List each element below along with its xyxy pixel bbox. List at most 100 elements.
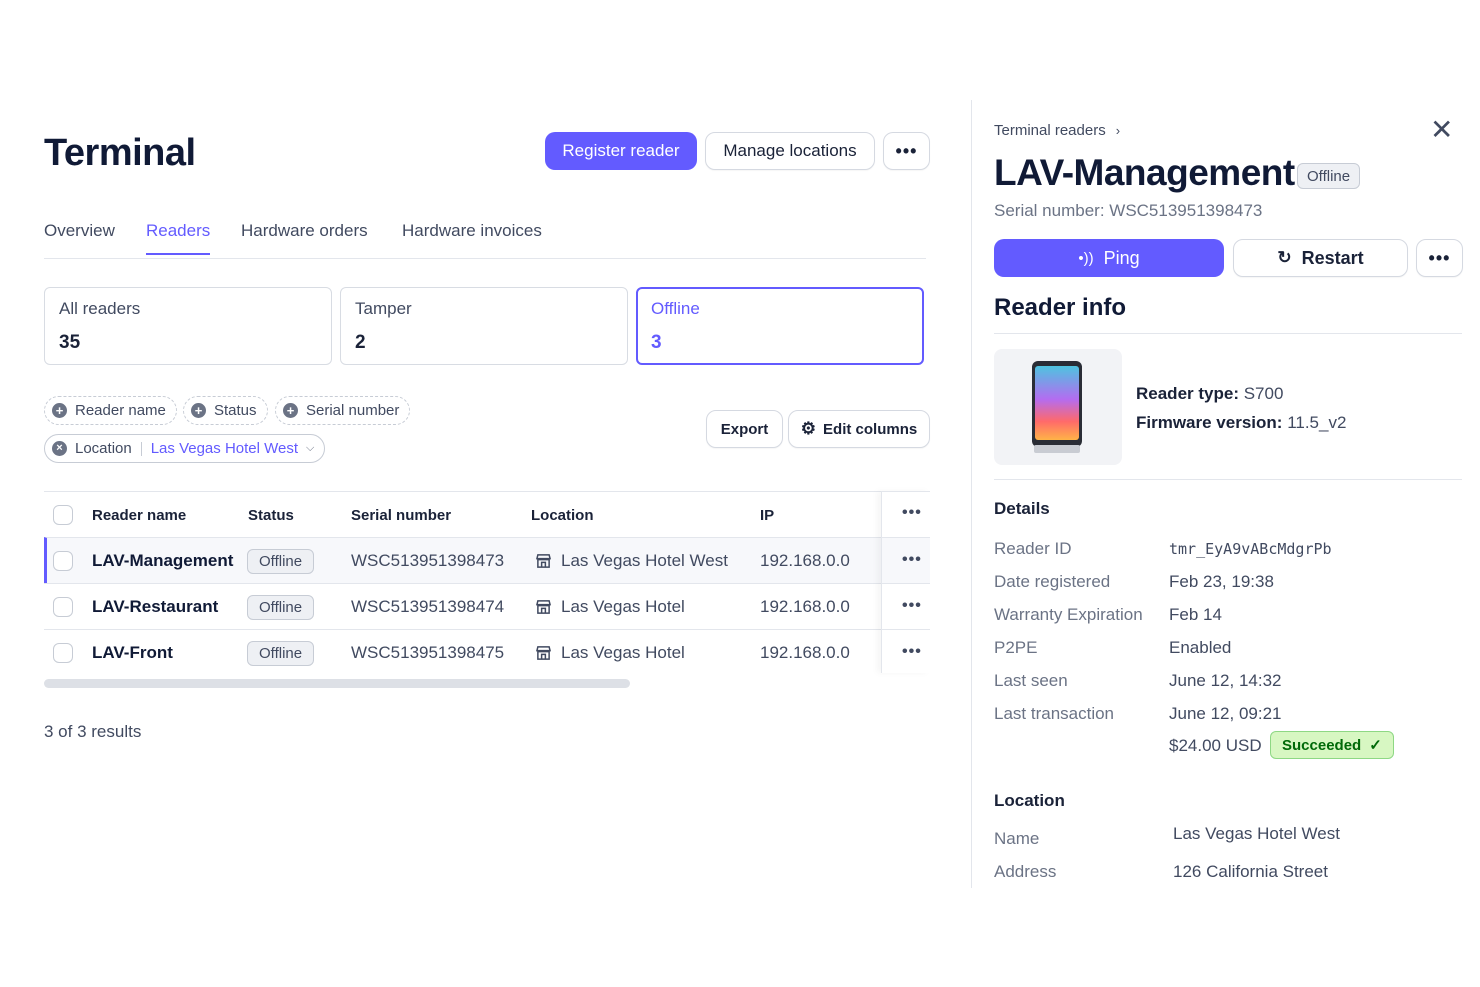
firmware-label: Firmware version: (1136, 413, 1283, 432)
ping-button[interactable]: •)) Ping (994, 239, 1224, 277)
reader-info-heading: Reader info (994, 294, 1127, 321)
stat-offline[interactable]: Offline 3 (636, 287, 924, 365)
close-icon[interactable]: ✕ (1430, 116, 1453, 144)
tab-hardware-orders[interactable]: Hardware orders (241, 221, 368, 253)
reader-device-icon (1032, 361, 1082, 453)
ip-address: 192.168.0.0 (760, 551, 850, 570)
restart-button[interactable]: ↻ Restart (1233, 239, 1408, 277)
column-header[interactable]: Location (531, 507, 594, 524)
location-name: Las Vegas Hotel (561, 597, 685, 616)
restart-icon: ↻ (1277, 248, 1292, 267)
firmware-value: 11.5_v2 (1287, 413, 1347, 432)
store-icon (536, 600, 551, 614)
plus-circle-icon: + (52, 403, 67, 418)
ping-icon: •)) (1078, 249, 1094, 267)
location-cell: Las Vegas Hotel (536, 597, 685, 617)
tab-hardware-invoices[interactable]: Hardware invoices (402, 221, 542, 253)
transaction-amount: $24.00 USD (1169, 736, 1262, 755)
stat-label: Offline (651, 299, 700, 318)
reader-type: Reader type: S700 (1136, 384, 1283, 404)
ip-address: 192.168.0.0 (760, 643, 850, 662)
sticky-actions-column (881, 491, 930, 673)
plus-circle-icon: + (283, 403, 298, 418)
table-row[interactable]: LAV-Restaurant Offline WSC513951398474 L… (44, 583, 930, 629)
reader-name: LAV-Front (92, 643, 173, 662)
filter-serial-number[interactable]: + Serial number (275, 396, 411, 425)
filter-separator (140, 441, 142, 456)
location-key: Name (994, 829, 1040, 848)
checkmark-icon: ✓ (1369, 737, 1382, 754)
more-icon: ••• (1428, 248, 1451, 268)
reader-name: LAV-Management (92, 551, 234, 570)
export-button[interactable]: Export (706, 410, 783, 448)
row-checkbox[interactable] (53, 597, 73, 617)
more-actions-button[interactable]: ••• (883, 132, 930, 170)
filter-label: Serial number (306, 402, 400, 419)
status-badge: Offline (247, 641, 315, 666)
select-all-checkbox[interactable] (53, 505, 73, 525)
details-heading: Details (994, 499, 1050, 518)
breadcrumb-label: Terminal readers (994, 122, 1106, 139)
detail-key: Last seen (994, 671, 1068, 690)
column-header[interactable]: Reader name (92, 507, 186, 524)
filter-reader-name[interactable]: + Reader name (44, 396, 177, 425)
row-checkbox[interactable] (53, 551, 73, 571)
tab-readers[interactable]: Readers (146, 221, 211, 255)
breadcrumb[interactable]: Terminal readers › (994, 122, 1120, 139)
filter-label: Status (214, 402, 257, 419)
serial-subtitle: Serial number: WSC513951398473 (994, 201, 1263, 220)
store-icon (536, 646, 551, 660)
location-cell: Las Vegas Hotel (536, 643, 685, 663)
detail-key: P2PE (994, 638, 1038, 657)
tab-overview[interactable]: Overview (44, 221, 115, 253)
location-key: Address (994, 862, 1057, 881)
page-title: Terminal (44, 132, 196, 174)
filter-location[interactable]: × Location Las Vegas Hotel West ⌵ (44, 434, 326, 463)
ip-address: 192.168.0.0 (760, 597, 850, 616)
manage-locations-button[interactable]: Manage locations (705, 132, 875, 170)
readers-pane: Terminal Register reader Manage location… (0, 100, 971, 888)
detail-value: June 12, 09:21 (1169, 704, 1282, 723)
filter-label: Reader name (75, 402, 166, 419)
detail-key: Warranty Expiration (994, 605, 1143, 624)
divider (994, 479, 1462, 480)
divider (994, 333, 1462, 334)
table-row[interactable]: LAV-Management Offline WSC513951398473 L… (44, 537, 930, 583)
table-row[interactable]: LAV-Front Offline WSC513951398475 Las Ve… (44, 629, 930, 675)
succeeded-label: Succeeded (1282, 736, 1362, 754)
filter-value: Las Vegas Hotel West (150, 440, 299, 457)
horizontal-scrollbar[interactable] (44, 679, 630, 688)
reader-detail-pane: Terminal readers › ✕ LAV-Management Offli… (972, 100, 1480, 888)
clear-filter-icon[interactable]: × (52, 441, 67, 456)
detail-more-button[interactable]: ••• (1416, 239, 1463, 277)
serial-number: WSC513951398474 (351, 597, 505, 616)
column-header[interactable]: Status (248, 507, 294, 524)
results-count: 3 of 3 results (44, 722, 142, 741)
chevron-right-icon: › (1115, 123, 1121, 138)
stat-label: All readers (59, 299, 141, 318)
ping-label: Ping (1103, 247, 1140, 268)
reader-device-image (994, 349, 1122, 465)
stat-all-readers[interactable]: All readers 35 (44, 287, 332, 365)
table-header: Reader name Status Serial number Locatio… (44, 491, 930, 537)
stat-label: Tamper (355, 299, 412, 318)
filter-status[interactable]: + Status (183, 396, 268, 425)
detail-value: Feb 14 (1169, 605, 1222, 624)
more-icon: ••• (895, 141, 918, 161)
tab-bar: Overview Readers Hardware orders Hardwar… (44, 218, 926, 259)
gear-icon: ⚙ (800, 419, 817, 438)
row-checkbox[interactable] (53, 643, 73, 663)
plus-circle-icon: + (191, 403, 206, 418)
detail-key: Last transaction (994, 704, 1115, 723)
column-header[interactable]: IP (760, 507, 774, 524)
stat-tamper[interactable]: Tamper 2 (340, 287, 628, 365)
edit-columns-button[interactable]: ⚙ Edit columns (788, 410, 930, 448)
serial-number: WSC513951398473 (351, 551, 505, 570)
stat-value: 3 (651, 332, 662, 353)
serial-number: WSC513951398475 (351, 643, 505, 662)
column-header[interactable]: Serial number (351, 507, 451, 524)
reader-name: LAV-Restaurant (92, 597, 219, 616)
register-reader-button[interactable]: Register reader (545, 132, 697, 170)
detail-key: Date registered (994, 572, 1111, 591)
location-heading: Location (994, 791, 1065, 810)
